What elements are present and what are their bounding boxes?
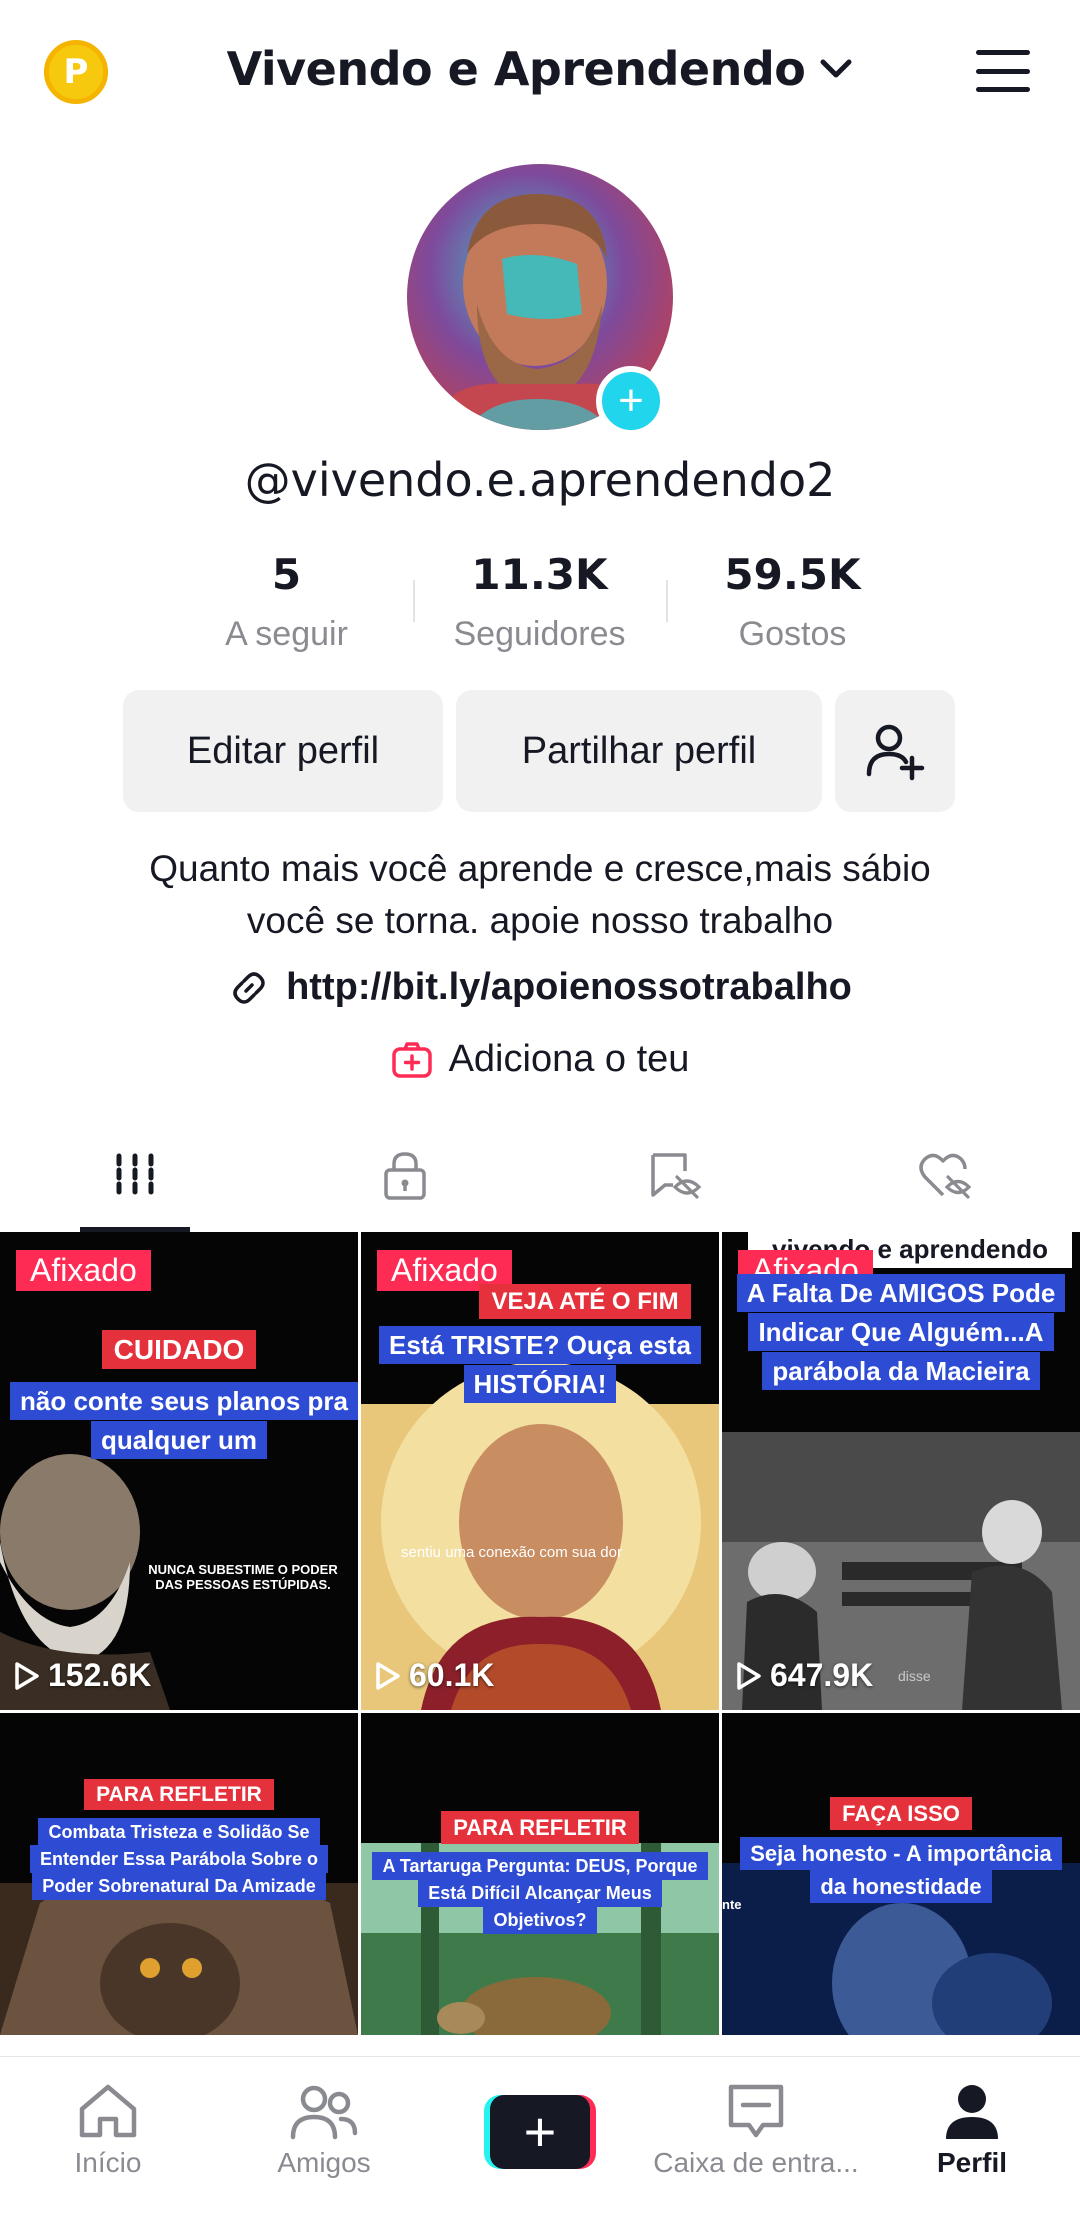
lock-icon [384, 1152, 426, 1200]
nav-home-label: Início [74, 2147, 142, 2178]
red-caption: FAÇA ISSO [722, 1797, 1080, 1830]
profile-stats: 5 A seguir 11.3K Seguidores 59.5K Gostos [160, 550, 920, 660]
video-note: sentiu uma conexão com sua dor [401, 1544, 622, 1561]
likes-count: 59.5K [724, 550, 861, 599]
red-caption: VEJA ATÉ O FIM [451, 1284, 719, 1319]
video-note: nte [722, 1897, 742, 1912]
following-stat[interactable]: 5 A seguir [160, 550, 413, 660]
blue-caption: Está TRISTE? Ouça esta HISTÓRIA! [371, 1326, 709, 1404]
username: @vivendo.e.aprendendo2 [244, 453, 836, 507]
chevron-down-icon [820, 59, 852, 78]
tab-videos[interactable] [0, 1120, 270, 1232]
tab-reposts[interactable] [540, 1120, 810, 1232]
bottom-nav: Início Amigos + Caixa de entra... Perfil [0, 2056, 1080, 2219]
video-thumbnail[interactable]: Afixado CUIDADO não conte seus planos pr… [0, 1232, 358, 1710]
create-icon: + [484, 2095, 596, 2169]
add-user-icon [866, 724, 925, 781]
followers-label: Seguidores [453, 615, 626, 653]
nav-create[interactable]: + [432, 2057, 648, 2219]
likes-label: Gostos [738, 615, 847, 653]
add-avatar-button[interactable]: + [596, 366, 666, 436]
video-thumbnail[interactable]: vivendo e aprendendo Afixado A Falta De … [722, 1232, 1080, 1710]
nav-inbox-label: Caixa de entra... [653, 2147, 859, 2178]
video-thumbnail[interactable]: PARA REFLETIR A Tartaruga Pergunta: DEUS… [361, 1713, 719, 2035]
edit-profile-button[interactable]: Editar perfil [123, 690, 443, 812]
red-caption: PARA REFLETIR [0, 1779, 358, 1810]
add-friend-button[interactable] [835, 690, 955, 812]
view-count: 152.6K [14, 1657, 151, 1694]
add-yours-button[interactable]: Adiciona o teu [0, 1038, 1080, 1081]
bio-line: Quanto mais você aprende e cresce,mais s… [149, 848, 931, 889]
pinned-badge: Afixado [16, 1250, 151, 1291]
link-icon [233, 971, 265, 1004]
blue-caption: Combata Tristeza e Solidão Se Entender E… [10, 1818, 348, 1900]
inbox-icon [728, 2084, 784, 2138]
followers-count: 11.3K [471, 550, 608, 599]
add-yours-icon [391, 1041, 432, 1078]
grid-icon [116, 1153, 154, 1199]
top-bar: P Vivendo e Aprendendo [0, 0, 1080, 140]
bio-line: você se torna. apoie nosso trabalho [246, 900, 834, 941]
blue-caption: Seja honesto - A importância da honestid… [732, 1837, 1070, 1903]
link-text: http://bit.ly/apoienossotrabalho [286, 966, 852, 1008]
following-label: A seguir [225, 615, 348, 653]
nav-friends[interactable]: Amigos [216, 2057, 432, 2219]
elder-portrait-image [0, 1232, 358, 1710]
share-profile-button[interactable]: Partilhar perfil [456, 690, 822, 812]
video-note: NUNCA SUBESTIME O PODER DAS PESSOAS ESTÚ… [148, 1562, 338, 1592]
bio-link[interactable]: http://bit.ly/apoienossotrabalho [0, 966, 1080, 1009]
view-count: 647.9K [736, 1657, 873, 1694]
tab-private[interactable] [270, 1120, 540, 1232]
followers-stat[interactable]: 11.3K Seguidores [413, 550, 666, 660]
hidden-heart-icon [919, 1153, 972, 1199]
account-switcher[interactable]: Vivendo e Aprendendo [0, 42, 1080, 96]
video-note: disse [898, 1668, 931, 1684]
nav-friends-label: Amigos [277, 2147, 371, 2178]
add-yours-label: Adiciona o teu [448, 1038, 690, 1080]
profile-icon [946, 2085, 998, 2139]
friends-icon [290, 2085, 358, 2140]
profile-tabs [0, 1120, 1080, 1232]
nav-profile[interactable]: Perfil [864, 2057, 1080, 2219]
bio: Quanto mais você aprende e cresce,mais s… [0, 843, 1080, 947]
blue-caption: A Falta De AMIGOS Pode Indicar Que Algué… [732, 1274, 1070, 1391]
play-icon [15, 1661, 39, 1690]
blue-caption: A Tartaruga Pergunta: DEUS, Porque Está … [371, 1852, 709, 1934]
hidden-repost-icon [651, 1153, 702, 1199]
nav-home[interactable]: Início [0, 2057, 216, 2219]
account-title: Vivendo e Aprendendo [226, 42, 806, 96]
likes-stat[interactable]: 59.5K Gostos [666, 550, 919, 660]
video-thumbnail[interactable]: FAÇA ISSO Seja honesto - A importância d… [722, 1713, 1080, 2035]
red-caption: CUIDADO [0, 1330, 358, 1369]
blue-caption: não conte seus planos pra qualquer um [10, 1382, 358, 1460]
video-grid: Afixado CUIDADO não conte seus planos pr… [0, 1232, 1080, 2035]
tab-liked[interactable] [810, 1120, 1080, 1232]
red-caption: PARA REFLETIR [361, 1811, 719, 1844]
nav-profile-label: Perfil [936, 2147, 1008, 2178]
nav-inbox[interactable]: Caixa de entra... [648, 2057, 864, 2219]
view-count: 60.1K [375, 1657, 494, 1694]
home-icon [79, 2084, 137, 2138]
menu-icon[interactable] [976, 50, 1030, 92]
play-icon [737, 1661, 761, 1690]
following-count: 5 [271, 550, 302, 599]
video-thumbnail[interactable]: Afixado VEJA ATÉ O FIM Está TRISTE? Ouça… [361, 1232, 719, 1710]
play-icon [376, 1661, 400, 1690]
video-thumbnail[interactable]: PARA REFLETIR Combata Tristeza e Solidão… [0, 1713, 358, 2035]
